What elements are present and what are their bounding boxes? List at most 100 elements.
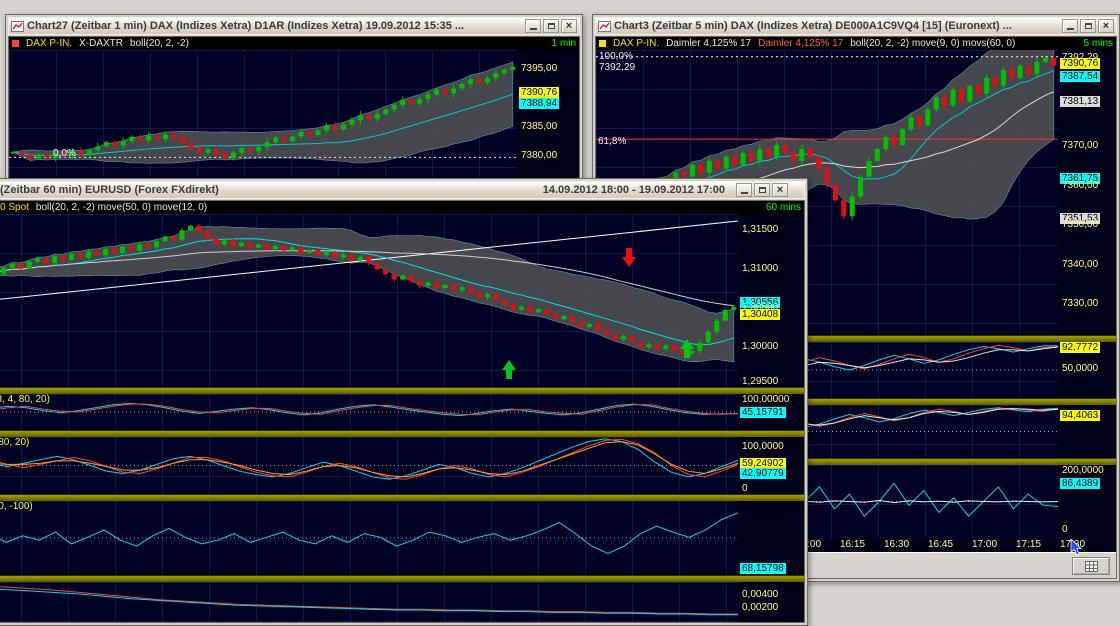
- timeframe-label: 1 min: [552, 38, 576, 49]
- close-icon: ×: [777, 185, 783, 195]
- price-label: 7390,76: [519, 87, 559, 98]
- price-label: 68,15798: [740, 563, 786, 574]
- close-button[interactable]: ×: [1098, 19, 1114, 33]
- price-label: 7350,00: [1060, 219, 1100, 230]
- fib-level-label: 100,0%: [599, 51, 633, 62]
- down-arrow-icon: [622, 248, 636, 272]
- price-label: 1,30000: [740, 341, 780, 352]
- indicator-axis: 0,00400 0,00200: [738, 582, 804, 622]
- minimize-icon: [741, 192, 748, 194]
- chart-legend: DAX P-IN. Daimler 4,125% 17 Daimler 4,125%…: [596, 37, 1116, 50]
- close-button[interactable]: ×: [561, 19, 577, 33]
- panel-separator: [0, 430, 804, 437]
- price-label: 50,0000: [1060, 363, 1100, 374]
- price-label: 7387,54: [1060, 71, 1100, 82]
- chart-window-icon: [598, 21, 611, 32]
- fib-level-label: 0,0%: [53, 148, 76, 159]
- chart-legend: 0 Spot boll(20, 2, -2) move(50, 0) move(1…: [0, 201, 804, 214]
- timeframe-label: 5 mins: [1084, 38, 1113, 49]
- legend-item: DAX P-IN.: [613, 38, 659, 49]
- price-label: 7395,00: [519, 63, 559, 74]
- time-label: 16:15: [840, 539, 865, 550]
- close-icon: ×: [566, 21, 572, 31]
- legend-item: Daimler 4,125% 17: [666, 38, 751, 49]
- panel-separator: [0, 575, 804, 582]
- legend-item: boll(20, 2, -2) move(50, 0) move(12, 0): [36, 202, 207, 213]
- price-label: 100,00000: [740, 394, 791, 405]
- time-label: 17:00: [972, 539, 997, 550]
- minimize-button[interactable]: [1062, 19, 1078, 33]
- price-label: 1,29500: [740, 376, 780, 387]
- price-label: 0: [1060, 524, 1070, 535]
- timeframe-label: 60 mins: [766, 202, 801, 213]
- panel-separator: [0, 387, 804, 394]
- restore-icon: [759, 187, 766, 193]
- indicator-title: ert(13, 4, 80, 20): [0, 394, 50, 405]
- restore-button[interactable]: [543, 19, 559, 33]
- time-label: 16:45: [928, 539, 953, 550]
- date-range-label: 14.09.2012 18:00 - 19.09.2012 17:00: [543, 184, 725, 196]
- restore-icon: [548, 23, 555, 29]
- price-label: 94,4063: [1060, 410, 1100, 421]
- minimize-button[interactable]: [525, 19, 541, 33]
- eurusd-60min-chart[interactable]: [0, 214, 738, 387]
- titlebar-chart27[interactable]: Chart27 (Zeitbar 1 min) DAX (Indizes Xet…: [8, 17, 580, 35]
- up-arrow-icon: [502, 360, 516, 384]
- legend-item: Daimler 4,125% 17: [758, 38, 843, 49]
- price-label: 7388,94: [519, 98, 559, 109]
- fib-price-label: 7392,29: [599, 62, 635, 73]
- window-title: Chart27 (Zeitbar 1 min) DAX (Indizes Xet…: [27, 20, 522, 32]
- close-button[interactable]: ×: [772, 183, 788, 197]
- up-arrow-icon: [680, 339, 694, 363]
- legend-item: boll(20, 2, -2) move(9, 0) movs(60, 0): [850, 38, 1015, 49]
- time-label: 16:30: [884, 539, 909, 550]
- indicator-axis: 200,000086,43890: [1058, 465, 1116, 538]
- indicator-panel-stochastic[interactable]: 4, 3, 80, 20): [0, 437, 738, 494]
- price-label: 1,30408: [740, 309, 780, 320]
- window-title: (Zeitbar 60 min) EURUSD (Forex FXdirekt): [0, 184, 540, 196]
- price-label: 7390,76: [1060, 58, 1100, 69]
- indicator-axis: 94,4063: [1058, 405, 1116, 458]
- minimize-button[interactable]: [736, 183, 752, 197]
- restore-icon: [1085, 23, 1092, 29]
- price-label: 92,7772: [1060, 342, 1100, 353]
- price-axis: 1,315001,310001,305561,305001,304081,300…: [738, 214, 804, 387]
- indicator-panel-macd[interactable]: 6, 9): [0, 582, 738, 622]
- titlebar-eurusd[interactable]: (Zeitbar 60 min) EURUSD (Forex FXdirekt)…: [0, 181, 805, 199]
- close-icon: ×: [1103, 21, 1109, 31]
- price-label: 42,90779: [740, 468, 786, 479]
- fib-level-label: 61,8%: [598, 136, 626, 147]
- price-label: 100,0000: [740, 441, 786, 452]
- legend-item: DAX P-IN.: [26, 38, 72, 49]
- price-label: 7360,00: [1060, 180, 1100, 191]
- time-label: 17:15: [1016, 539, 1041, 550]
- window-title: Chart3 (Zeitbar 5 min) DAX (Indizes Xetr…: [614, 20, 1059, 32]
- price-label: 0,00200: [740, 602, 780, 613]
- price-label: 200,0000: [1060, 465, 1106, 476]
- price-label: 1,31500: [740, 224, 780, 235]
- legend-item: 0 Spot: [0, 202, 29, 213]
- restore-button[interactable]: [1080, 19, 1096, 33]
- restore-button[interactable]: [754, 183, 770, 197]
- indicator-axis: 100,0000045,15791: [738, 394, 804, 430]
- legend-item: X-DAXTR: [79, 38, 123, 49]
- indicator-panel-momentum[interactable]: 0, 100, -100): [0, 501, 738, 575]
- pointer-icon[interactable]: [1069, 539, 1084, 561]
- legend-swatch: [12, 40, 19, 47]
- price-label: 0: [740, 483, 750, 494]
- price-label: 7381,13: [1060, 96, 1100, 107]
- price-label: 7370,00: [1060, 140, 1100, 151]
- indicator-title: 4, 3, 80, 20): [0, 437, 29, 448]
- titlebar-chart3[interactable]: Chart3 (Zeitbar 5 min) DAX (Indizes Xetr…: [595, 17, 1117, 35]
- price-label: 7380,00: [519, 150, 559, 161]
- price-label: 7330,00: [1060, 298, 1100, 309]
- indicator-axis: 92,7772 50,0000: [1058, 342, 1116, 398]
- legend-swatch: [599, 40, 606, 47]
- price-label: 7340,00: [1060, 259, 1100, 270]
- indicator-panel-ergodic[interactable]: ert(13, 4, 80, 20): [0, 394, 738, 430]
- price-label: 1,31000: [740, 263, 780, 274]
- panel-separator: [0, 494, 804, 501]
- indicator-axis: 100,000059,2490242,907790: [738, 437, 804, 494]
- price-label: 0,00400: [740, 589, 780, 600]
- price-axis: 7392,297390,767387,547381,137370,007361,…: [1058, 50, 1116, 335]
